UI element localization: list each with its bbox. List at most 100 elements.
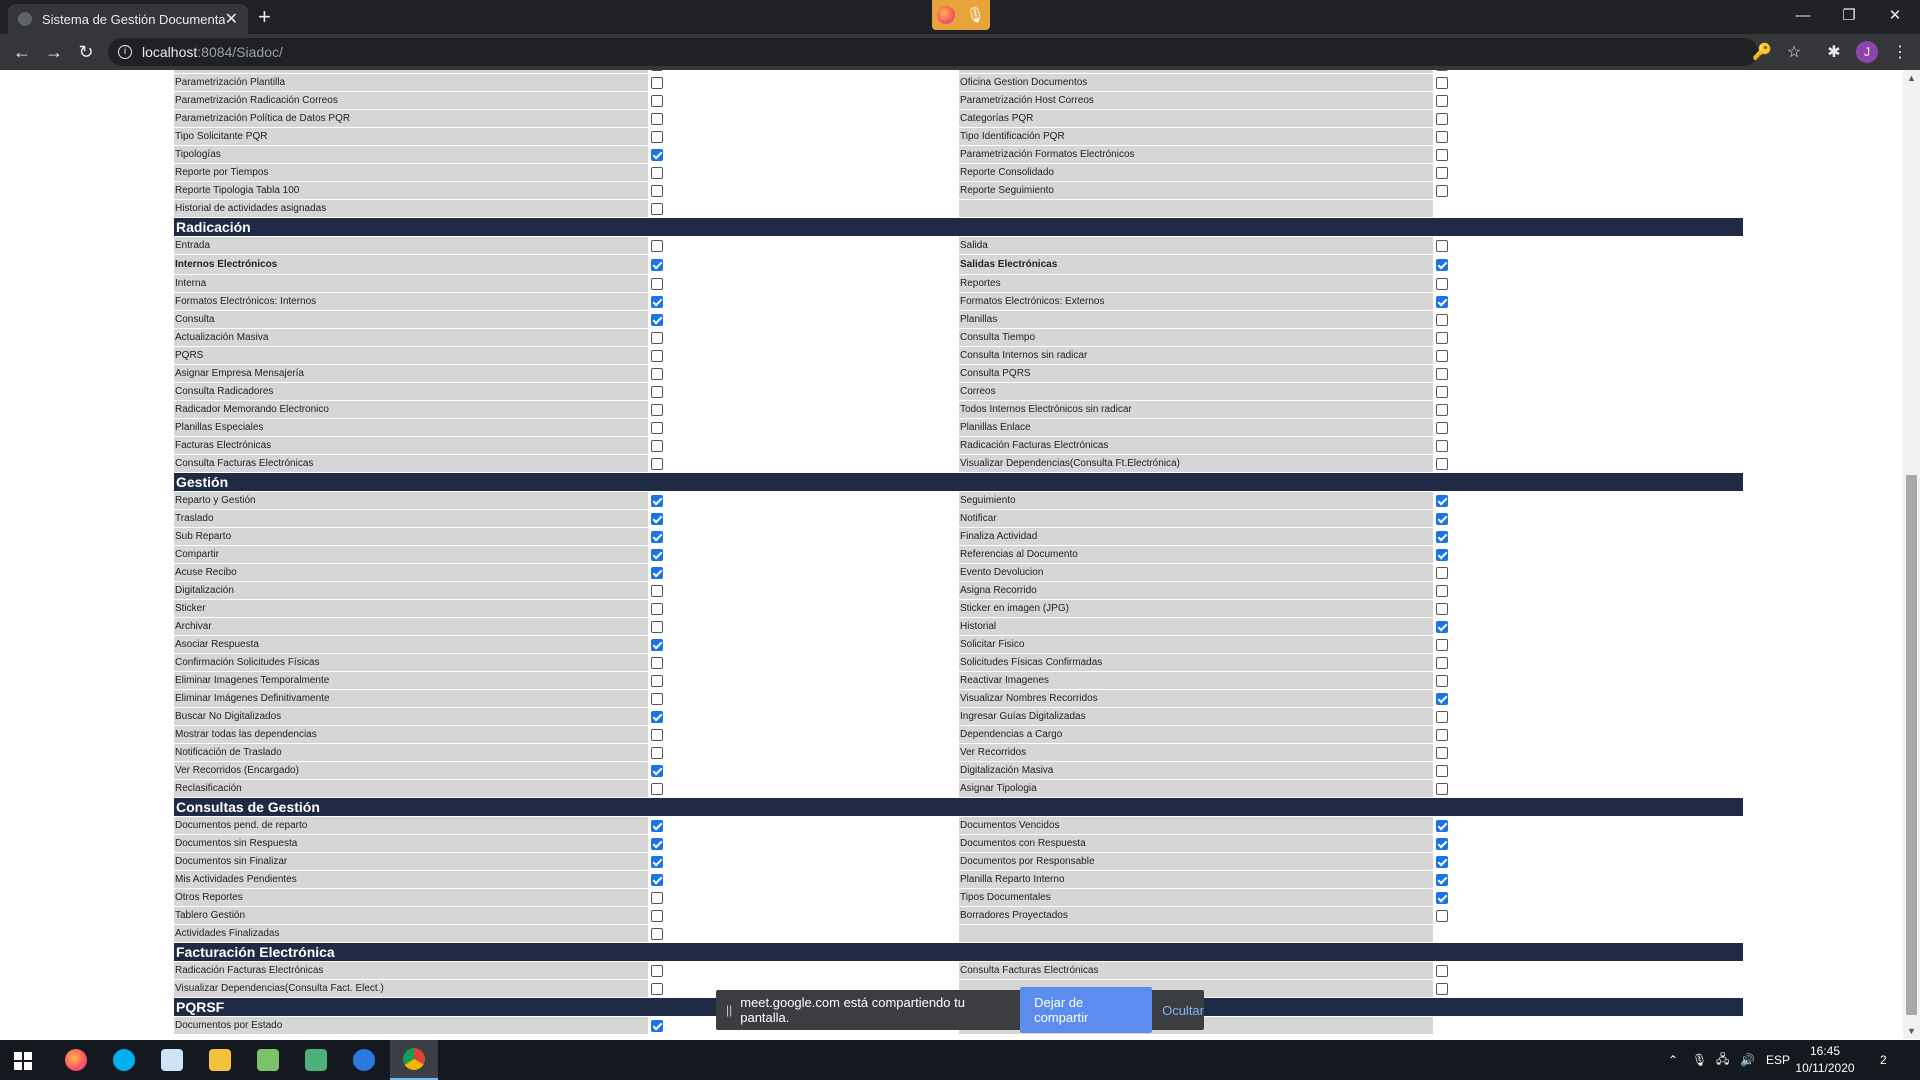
permission-checkbox[interactable] [1436, 368, 1448, 380]
address-bar[interactable]: i localhost :8084/Siadoc/ [108, 38, 1758, 66]
taskbar-app-installer[interactable] [292, 1040, 340, 1080]
permission-checkbox[interactable] [1436, 350, 1448, 362]
permission-checkbox[interactable] [651, 838, 663, 850]
permission-checkbox[interactable] [1436, 278, 1448, 290]
permission-checkbox[interactable] [1436, 693, 1448, 705]
reload-button[interactable]: ↻ [74, 40, 98, 64]
close-window-button[interactable]: ✕ [1872, 0, 1918, 30]
permission-checkbox[interactable] [651, 296, 663, 308]
permission-checkbox[interactable] [1436, 567, 1448, 579]
permission-checkbox[interactable] [651, 531, 663, 543]
permission-checkbox[interactable] [1436, 131, 1448, 143]
permission-checkbox[interactable] [651, 585, 663, 597]
permission-checkbox[interactable] [651, 910, 663, 922]
permission-checkbox[interactable] [1436, 404, 1448, 416]
system-clock[interactable]: 16:45 10/11/2020 [1790, 1043, 1860, 1077]
permission-checkbox[interactable] [1436, 747, 1448, 759]
permission-checkbox[interactable] [1436, 585, 1448, 597]
permission-checkbox[interactable] [651, 259, 663, 271]
tab-close-icon[interactable]: ✕ [225, 9, 238, 29]
permission-checkbox[interactable] [651, 113, 663, 125]
permission-checkbox[interactable] [1436, 874, 1448, 886]
taskbar-firefox[interactable] [52, 1040, 100, 1080]
permission-checkbox[interactable] [651, 856, 663, 868]
permission-checkbox[interactable] [651, 983, 663, 995]
network-icon[interactable]: 🖧 [1716, 1040, 1729, 1080]
permission-checkbox[interactable] [651, 167, 663, 179]
taskbar-skype[interactable] [100, 1040, 148, 1080]
permission-checkbox[interactable] [1436, 549, 1448, 561]
permission-checkbox[interactable] [1436, 314, 1448, 326]
permission-checkbox[interactable] [1436, 910, 1448, 922]
screen-share-indicator[interactable]: 🎙 [932, 0, 990, 30]
permission-checkbox[interactable] [651, 149, 663, 161]
permission-checkbox[interactable] [651, 95, 663, 107]
permission-checkbox[interactable] [651, 70, 663, 71]
permission-checkbox[interactable] [651, 567, 663, 579]
permission-checkbox[interactable] [651, 440, 663, 452]
language-indicator[interactable]: ESP [1766, 1040, 1790, 1080]
permission-checkbox[interactable] [651, 314, 663, 326]
permission-checkbox[interactable] [1436, 332, 1448, 344]
permission-checkbox[interactable] [651, 657, 663, 669]
permission-checkbox[interactable] [1436, 675, 1448, 687]
permission-checkbox[interactable] [1436, 639, 1448, 651]
permission-checkbox[interactable] [651, 240, 663, 252]
notifications-icon[interactable]: 2 [1880, 1040, 1887, 1080]
password-key-icon[interactable]: 🔑 [1752, 42, 1772, 62]
page-scrollbar[interactable]: ▲ ▼ [1903, 70, 1920, 1039]
scroll-thumb[interactable] [1906, 475, 1917, 1015]
chrome-menu-icon[interactable]: ⋮ [1890, 42, 1910, 62]
permission-checkbox[interactable] [1436, 513, 1448, 525]
permission-checkbox[interactable] [651, 422, 663, 434]
permission-checkbox[interactable] [1436, 296, 1448, 308]
permission-checkbox[interactable] [651, 386, 663, 398]
permission-checkbox[interactable] [1436, 386, 1448, 398]
permission-checkbox[interactable] [1436, 95, 1448, 107]
scroll-up-arrow-icon[interactable]: ▲ [1903, 70, 1920, 86]
bookmark-star-icon[interactable]: ☆ [1784, 42, 1804, 62]
permission-checkbox[interactable] [651, 350, 663, 362]
permission-checkbox[interactable] [1436, 440, 1448, 452]
new-tab-button[interactable]: + [258, 4, 271, 30]
permission-checkbox[interactable] [1436, 185, 1448, 197]
permission-checkbox[interactable] [651, 639, 663, 651]
site-info-icon[interactable]: i [118, 45, 132, 59]
permission-checkbox[interactable] [1436, 783, 1448, 795]
permission-checkbox[interactable] [651, 1020, 663, 1032]
stop-sharing-button[interactable]: Dejar de compartir [1020, 987, 1153, 1033]
permission-checkbox[interactable] [651, 495, 663, 507]
permission-checkbox[interactable] [1436, 458, 1448, 470]
extensions-icon[interactable]: ✱ [1824, 42, 1844, 62]
permission-checkbox[interactable] [651, 928, 663, 940]
permission-checkbox[interactable] [651, 458, 663, 470]
permission-checkbox[interactable] [1436, 495, 1448, 507]
permission-checkbox[interactable] [651, 621, 663, 633]
permission-checkbox[interactable] [651, 965, 663, 977]
permission-checkbox[interactable] [651, 820, 663, 832]
profile-avatar[interactable]: J [1856, 41, 1878, 63]
permission-checkbox[interactable] [1436, 422, 1448, 434]
permission-checkbox[interactable] [1436, 70, 1448, 71]
permission-checkbox[interactable] [1436, 259, 1448, 271]
browser-tab[interactable]: Sistema de Gestión Documental ✕ [8, 4, 248, 34]
permission-checkbox[interactable] [651, 693, 663, 705]
permission-checkbox[interactable] [651, 747, 663, 759]
permission-checkbox[interactable] [1436, 765, 1448, 777]
taskbar-notepad[interactable] [244, 1040, 292, 1080]
permission-checkbox[interactable] [1436, 657, 1448, 669]
drag-handle-icon[interactable]: || [726, 1003, 732, 1017]
hide-banner-button[interactable]: Ocultar [1162, 1003, 1204, 1018]
permission-checkbox[interactable] [1436, 149, 1448, 161]
permission-checkbox[interactable] [651, 549, 663, 561]
volume-icon[interactable]: 🔊 [1740, 1040, 1755, 1080]
permission-checkbox[interactable] [651, 77, 663, 89]
permission-checkbox[interactable] [651, 729, 663, 741]
permission-checkbox[interactable] [651, 131, 663, 143]
permission-checkbox[interactable] [651, 675, 663, 687]
permission-checkbox[interactable] [1436, 167, 1448, 179]
taskbar-virtualbox[interactable] [148, 1040, 196, 1080]
permission-checkbox[interactable] [1436, 531, 1448, 543]
permission-checkbox[interactable] [1436, 113, 1448, 125]
permission-checkbox[interactable] [651, 711, 663, 723]
